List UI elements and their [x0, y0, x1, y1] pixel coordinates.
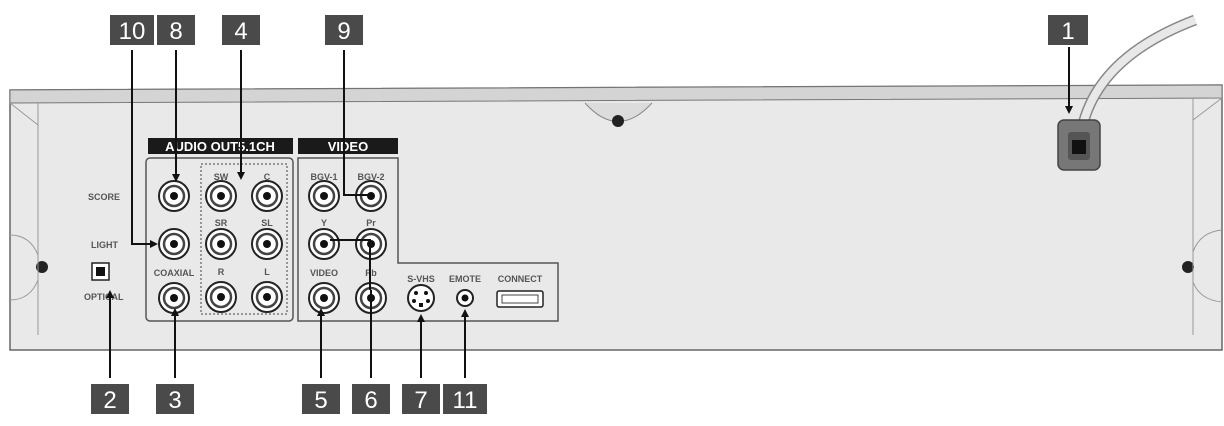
- optical-port: [91, 262, 110, 281]
- callout-1: 1: [1048, 15, 1088, 45]
- r-label: R: [218, 267, 225, 277]
- audio-out-header: AUDIO OUT5.1CH: [165, 139, 275, 154]
- video-jack: [308, 282, 340, 314]
- sw-jack: [205, 180, 237, 212]
- score-label: SCORE: [88, 192, 120, 202]
- callout-9: 9: [325, 15, 363, 45]
- svg-text:11: 11: [453, 387, 478, 414]
- y-jack: [308, 228, 340, 260]
- sr-jack: [205, 228, 237, 260]
- rear-panel-diagram: SCORE LIGHT OPTICAL AUDIO OUT5.1CH COAXI…: [9, 14, 1223, 414]
- svg-text:8: 8: [169, 18, 182, 45]
- optical-label: OPTICAL: [84, 292, 124, 302]
- svg-text:1: 1: [1061, 18, 1074, 45]
- c-jack: [251, 180, 283, 212]
- callout-2: 2: [91, 384, 129, 414]
- callout-8: 8: [157, 15, 195, 45]
- svg-text:5: 5: [314, 387, 327, 414]
- pb-label: Pb: [365, 268, 377, 278]
- svg-text:3: 3: [168, 387, 181, 414]
- video-header: VIDEO: [328, 139, 368, 154]
- svhs-port: [407, 284, 435, 312]
- svg-text:6: 6: [364, 387, 377, 414]
- svg-text:9: 9: [337, 18, 350, 45]
- light-label: LIGHT: [91, 240, 118, 250]
- screw-right: [1182, 261, 1194, 273]
- video-jack-label: VIDEO: [310, 268, 338, 278]
- screw-top: [612, 115, 624, 127]
- l-label: L: [264, 267, 270, 277]
- svg-text:7: 7: [414, 387, 427, 414]
- svg-text:2: 2: [103, 387, 116, 414]
- r-jack: [205, 281, 237, 313]
- sr-label: SR: [215, 218, 228, 228]
- pr-label: Pr: [366, 218, 376, 228]
- sl-jack: [251, 228, 283, 260]
- coaxial-jack: [158, 282, 190, 314]
- svg-text:10: 10: [119, 18, 146, 45]
- callout-3: 3: [156, 384, 194, 414]
- bgv1-jack: [308, 180, 340, 212]
- y-label: Y: [321, 218, 327, 228]
- connect-port: [496, 290, 544, 308]
- score-jack: [158, 180, 190, 212]
- svhs-label: S-VHS: [407, 274, 435, 284]
- device-body: [9, 84, 1223, 351]
- emote-port: [456, 289, 474, 307]
- callout-4: 4: [222, 15, 260, 45]
- emote-label: EMOTE: [449, 274, 481, 284]
- callout-6: 6: [352, 384, 390, 414]
- connect-label: CONNECT: [498, 274, 543, 284]
- coaxial-label: COAXIAL: [154, 268, 195, 278]
- l-jack: [251, 281, 283, 313]
- callout-10: 10: [110, 15, 154, 45]
- callout-11: 11: [443, 384, 487, 414]
- callout-7: 7: [402, 384, 440, 414]
- callout-5: 5: [302, 384, 340, 414]
- light-jack: [158, 228, 190, 260]
- svg-text:4: 4: [234, 18, 247, 45]
- sl-label: SL: [261, 218, 273, 228]
